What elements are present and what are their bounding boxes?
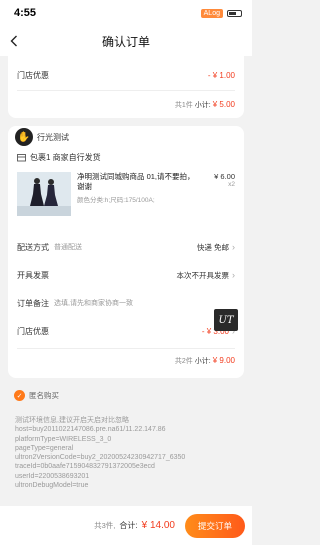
product-price: ¥ 6.00 [214, 172, 235, 181]
debug-line: traceId=0b0aafe715904832791372005e3ecd [15, 463, 155, 471]
product-sku: 颜色分类:h;尺码:175/100A; [77, 197, 155, 204]
total-value: ¥ 14.00 [141, 520, 175, 531]
order-card-2: ✋ 行光测试 包裹1 商家自行发货 净明测试同城购商品 01,请不要拍，谢谢 颜… [8, 126, 244, 378]
divider [17, 348, 235, 349]
chevron-right-icon: › [232, 242, 235, 252]
status-icons: ALog [200, 8, 242, 18]
subtotal-label: 小计: [194, 102, 211, 109]
chevron-left-icon [10, 35, 17, 47]
subtotal-label-2: 小计: [194, 358, 211, 365]
product-qty: x2 [228, 181, 235, 188]
debug-line: host=buy2011022147086.pre.na61/11.22.147… [15, 426, 166, 434]
product-thumbnail [17, 172, 71, 216]
divider [17, 90, 235, 91]
status-time: 4:55 [14, 7, 37, 19]
shop-name: 行光测试 [37, 132, 69, 142]
debug-line: ultronDebugModel=true [15, 482, 89, 490]
nav-bar: 确认订单 [0, 26, 252, 56]
item-count: 共1件 [174, 102, 193, 109]
delivery-value: 快递 免邮 [196, 242, 229, 252]
item-count-2: 共2件 [174, 358, 193, 365]
product-title: 净明测试同城购商品 01,请不要拍，谢谢 [77, 172, 195, 191]
subtotal-row-2: 共2件 小计: ¥ 9.00 [17, 356, 235, 366]
alog-badge: ALog [200, 8, 223, 18]
total-label: 合计: [119, 521, 138, 530]
back-button[interactable] [7, 33, 21, 49]
store-discount-row-2[interactable]: 门店优惠 - ¥ 3.00 › [17, 320, 235, 342]
store-discount-row[interactable]: 门店优惠 - ¥ 1.00 [17, 56, 235, 90]
debug-line: pageType=general [15, 444, 74, 452]
chevron-right-icon: › [232, 270, 235, 280]
shop-row[interactable]: ✋ 行光测试 [15, 126, 235, 148]
bottom-bar: 共3件, 合计: ¥ 14.00 提交订单 [0, 506, 252, 545]
hand-icon: ✋ [15, 128, 33, 146]
product-info: 净明测试同城购商品 01,请不要拍，谢谢 颜色分类:h;尺码:175/100A; [77, 172, 199, 216]
package-icon [17, 153, 26, 161]
anonymous-purchase-row[interactable]: ✓ 匿名购买 [14, 390, 252, 401]
ut-debug-badge[interactable]: UT [214, 309, 238, 331]
order-note-row: 订单备注 选填,请先和商家协商一致 [17, 292, 235, 314]
order-note-input[interactable]: 选填,请先和商家协商一致 [54, 298, 235, 308]
delivery-sub: 普通配送 [54, 244, 82, 251]
debug-line: 测试环境信息,建议开启天启对比忽略 [15, 417, 129, 424]
product-item[interactable]: 净明测试同城购商品 01,请不要拍，谢谢 颜色分类:h;尺码:175/100A;… [17, 172, 235, 216]
total-count: 共3件, [94, 521, 116, 530]
invoice-value: 本次不开具发票 [176, 270, 230, 280]
debug-line: platformType=WIRELESS_3_0 [15, 435, 112, 443]
checkbox-checked-icon[interactable]: ✓ [14, 390, 25, 401]
package-label: 包裹1 商家自行发货 [30, 152, 101, 162]
order-note-label: 订单备注 [17, 298, 49, 308]
debug-info: 测试环境信息,建议开启天启对比忽略 host=buy2011022147086.… [15, 416, 240, 490]
invoice-label: 开具发票 [17, 270, 49, 280]
delivery-label: 配送方式 [17, 242, 49, 252]
store-discount-label-2: 门店优惠 [17, 326, 49, 336]
subtotal-row: 共1件 小计: ¥ 5.00 [17, 100, 235, 110]
submit-order-button[interactable]: 提交订单 [185, 513, 245, 538]
package-row: 包裹1 商家自行发货 [17, 148, 235, 166]
subtotal-value-2: ¥ 9.00 [212, 356, 235, 365]
delivery-row[interactable]: 配送方式 普通配送 快递 免邮 › [17, 236, 235, 258]
debug-line: ultron2VersionCode=buy2_2020052423094271… [15, 454, 186, 462]
debug-line: userId=2200538693201 [15, 472, 90, 480]
invoice-row[interactable]: 开具发票 本次不开具发票 › [17, 264, 235, 286]
subtotal-value: ¥ 5.00 [212, 100, 235, 109]
store-discount-label: 门店优惠 [17, 70, 49, 80]
store-discount-value: - ¥ 1.00 [207, 70, 235, 80]
battery-icon [227, 9, 242, 17]
status-bar: 4:55 ALog [0, 0, 252, 26]
anonymous-label: 匿名购买 [29, 391, 59, 400]
page-title: 确认订单 [101, 34, 150, 49]
product-price-block: ¥ 6.00 x2 [205, 172, 235, 216]
product-image [17, 172, 71, 216]
order-card-1: 门店优惠 - ¥ 1.00 共1件 小计: ¥ 5.00 [8, 56, 244, 118]
